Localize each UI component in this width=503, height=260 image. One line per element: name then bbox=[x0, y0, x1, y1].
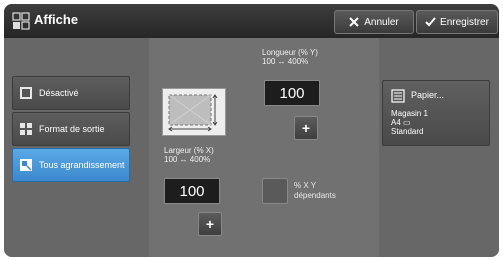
length-label-group: Longueur (% Y) 100 ↔ 400% bbox=[262, 48, 318, 66]
poster-screen: Affiche Annuler Enregistrer Désactivé Fo… bbox=[4, 4, 499, 257]
linked-xy-checkbox[interactable] bbox=[262, 178, 288, 204]
cancel-label: Annuler bbox=[364, 16, 399, 28]
length-increase-button[interactable]: + bbox=[294, 116, 318, 140]
poster-icon bbox=[12, 12, 30, 30]
option-output-format[interactable]: Format de sortie bbox=[12, 112, 130, 146]
option-all-enlarge-label: Tous agrandissement bbox=[39, 160, 125, 170]
cancel-button[interactable]: Annuler bbox=[334, 10, 414, 34]
option-all-enlarge[interactable]: Tous agrandissement bbox=[12, 148, 130, 182]
option-output-format-label: Format de sortie bbox=[39, 124, 105, 134]
paper-type: Standard bbox=[391, 127, 424, 136]
save-label: Enregistrer bbox=[440, 16, 489, 28]
paper-button[interactable]: Papier... Magasin 1 A4 ▭ Standard bbox=[382, 80, 490, 146]
option-off[interactable]: Désactivé bbox=[12, 76, 130, 110]
width-label: Largeur (% X) bbox=[164, 146, 214, 155]
header-bar: Affiche Annuler Enregistrer bbox=[4, 4, 499, 38]
paper-tray: Magasin 1 bbox=[391, 109, 428, 118]
length-range: 100 ↔ 400% bbox=[262, 57, 309, 66]
paper-title: Papier... bbox=[411, 90, 445, 100]
linked-xy-label-line1: % X Y bbox=[294, 181, 317, 190]
linked-xy-label: % X Y dépendants bbox=[294, 181, 336, 201]
linked-xy-label-line2: dépendants bbox=[294, 191, 336, 200]
paper-icon bbox=[391, 89, 405, 103]
enlarge-icon bbox=[20, 159, 32, 171]
checkmark-icon bbox=[425, 17, 436, 27]
output-format-icon bbox=[20, 123, 32, 135]
width-label-group: Largeur (% X) 100 ↔ 400% bbox=[164, 146, 214, 164]
main-panel: Désactivé Format de sortie Tous agrandis… bbox=[4, 38, 499, 257]
length-value-field[interactable]: 100 bbox=[264, 80, 320, 106]
close-icon bbox=[349, 17, 359, 27]
width-increase-button[interactable]: + bbox=[198, 212, 222, 236]
page-title: Affiche bbox=[34, 12, 79, 27]
length-label: Longueur (% Y) bbox=[262, 48, 318, 57]
save-button[interactable]: Enregistrer bbox=[416, 10, 498, 34]
off-icon bbox=[20, 87, 32, 99]
option-off-label: Désactivé bbox=[39, 88, 79, 98]
poster-preview-icon bbox=[162, 88, 226, 136]
paper-size: A4 ▭ bbox=[391, 118, 411, 127]
width-value-field[interactable]: 100 bbox=[164, 178, 220, 204]
width-range: 100 ↔ 400% bbox=[164, 155, 211, 164]
